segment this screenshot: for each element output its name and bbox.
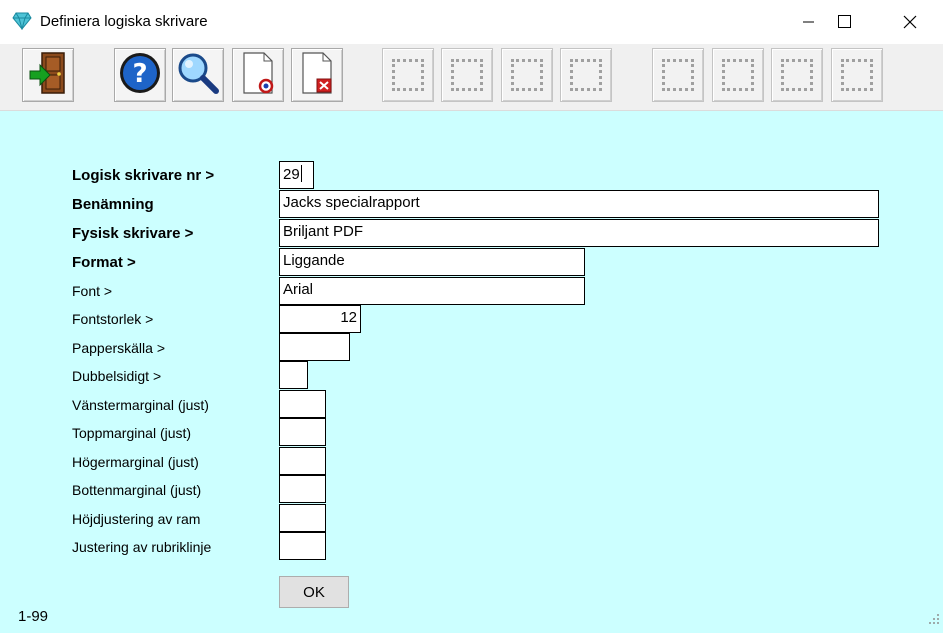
toolbar-empty-button-5[interactable] [652,48,704,102]
label-benamning: Benämning [72,196,154,213]
label-logisk-skrivare-nr: Logisk skrivare nr > [72,167,215,184]
empty-slot-icon [392,59,424,91]
hojdjustering-input[interactable] [279,504,326,532]
toolbar-empty-button-2[interactable] [441,48,493,102]
status-range: 1-99 [18,608,49,625]
toolbar-empty-button-4[interactable] [560,48,612,102]
text-cursor [300,165,302,182]
new-document-button[interactable] [232,48,284,102]
toppmarginal-input[interactable] [279,418,326,446]
label-fysisk-skrivare: Fysisk skrivare > [72,225,194,242]
toolbar-empty-button-8[interactable] [831,48,883,102]
fontstorlek-input[interactable]: 12 [279,305,361,333]
help-button[interactable]: ? [114,48,166,102]
toolbar-empty-button-3[interactable] [501,48,553,102]
label-vanstermarginal: Vänstermarginal (just) [72,397,209,413]
dubbelsidigt-input[interactable] [279,361,308,389]
label-font: Font > [72,283,113,299]
vanstermarginal-input[interactable] [279,390,326,418]
close-button[interactable] [887,0,933,44]
toolbar-empty-button-1[interactable] [382,48,434,102]
label-bottenmarginal: Bottenmarginal (just) [72,482,202,498]
bottenmarginal-input[interactable] [279,475,326,503]
font-input[interactable]: Arial [279,277,585,305]
empty-slot-icon [511,59,543,91]
label-hogermarginal: Högermarginal (just) [72,454,199,470]
logisk-skrivare-nr-value: 29 [283,166,300,183]
maximize-button[interactable] [822,0,868,44]
new-document-icon [238,51,278,100]
diamond-icon [12,12,32,35]
empty-slot-icon [570,59,602,91]
search-button[interactable] [172,48,224,102]
empty-slot-icon [662,59,694,91]
empty-slot-icon [841,59,873,91]
help-icon: ? [118,51,162,100]
delete-document-button[interactable] [291,48,343,102]
ok-button[interactable]: OK [279,576,349,608]
hogermarginal-input[interactable] [279,447,326,475]
label-toppmarginal: Toppmarginal (just) [72,425,192,441]
empty-slot-icon [722,59,754,91]
resize-grip-icon[interactable] [928,612,940,630]
window-title: Definiera logiska skrivare [40,13,208,30]
search-icon [176,51,220,100]
title-bar: Definiera logiska skrivare [0,0,943,44]
label-rubriklinje: Justering av rubriklinje [72,539,212,555]
toolbar: ? [0,44,943,111]
exit-button[interactable] [22,48,74,102]
label-hojdjustering: Höjdjustering av ram [72,511,201,527]
label-format: Format > [72,254,136,271]
delete-document-icon [297,51,337,100]
exit-door-icon [28,51,68,100]
form-area: Logisk skrivare nr > 29 Benämning Jacks … [0,111,943,633]
toolbar-empty-button-7[interactable] [771,48,823,102]
empty-slot-icon [451,59,483,91]
fysisk-skrivare-input[interactable]: Briljant PDF [279,219,879,247]
empty-slot-icon [781,59,813,91]
label-dubbelsidigt: Dubbelsidigt > [72,368,162,384]
benamning-input[interactable]: Jacks specialrapport [279,190,879,218]
logisk-skrivare-nr-input[interactable]: 29 [279,161,314,189]
papperskalla-input[interactable] [279,333,350,361]
rubriklinje-input[interactable] [279,532,326,560]
toolbar-empty-button-6[interactable] [712,48,764,102]
format-input[interactable]: Liggande [279,248,585,276]
svg-text:?: ? [132,59,147,89]
label-fontstorlek: Fontstorlek > [72,311,154,327]
label-papperskalla: Papperskälla > [72,340,166,356]
